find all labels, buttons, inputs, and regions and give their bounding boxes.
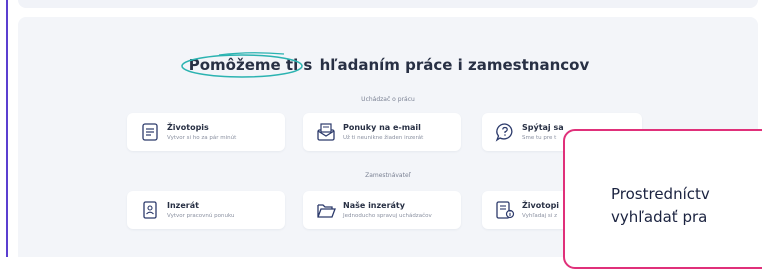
card-inzerat[interactable]: Inzerát Vytvor pracovnú ponuku: [127, 191, 285, 229]
card-title: Inzerát: [167, 201, 199, 210]
card-description: Vytvor si ho za pár minút: [167, 135, 237, 141]
card-description: Vyhľadaj si z: [522, 213, 557, 219]
folder-icon: [317, 204, 336, 218]
highlight-circle: [180, 52, 303, 78]
badge-icon: [143, 201, 157, 219]
popup-text-line2: vyhľadať pra: [611, 208, 708, 226]
card-nase-inzeraty[interactable]: Naše inzeráty Jednoducho spravuj uchádza…: [303, 191, 461, 229]
card-title: Spýtaj sa: [522, 123, 564, 132]
document-icon: [142, 123, 158, 141]
card-description: Jednoducho spravuj uchádzačov: [343, 213, 432, 219]
frame-border: [6, 0, 8, 257]
card-ponuky[interactable]: Ponuky na e-mail Už ti neunikne žiaden i…: [303, 113, 461, 151]
document-search-icon: [496, 201, 515, 219]
card-title: Životopi: [522, 201, 560, 210]
headline-highlight: Pomôžeme ti s: [180, 52, 315, 78]
card-description: Už ti neunikne žiaden inzerát: [343, 135, 424, 141]
card-title: Naše inzeráty: [343, 201, 405, 210]
popup-text: Prostredníctv vyhľadať pra: [611, 183, 710, 229]
card-description: Vytvor pracovnú ponuku: [167, 213, 235, 219]
page-headline: Pomôžeme ti s hľadaním práce i zamestnan…: [18, 52, 758, 78]
card-title: Ponuky na e-mail: [343, 123, 421, 132]
headline-rest-text: hľadaním práce i zamestnancov: [314, 56, 590, 74]
mail-icon: [317, 123, 335, 141]
question-bubble-icon: [495, 123, 513, 142]
card-description: Sme tu pre t: [522, 135, 557, 141]
top-strip: [18, 0, 758, 8]
popup-dialog[interactable]: Prostredníctv vyhľadať pra: [563, 129, 762, 269]
card-title: Životopis: [167, 123, 209, 132]
popup-text-line1: Prostredníctv: [611, 185, 710, 203]
section-label-job-seeker: Uchádzač o prácu: [361, 96, 415, 103]
card-zivotopis[interactable]: Životopis Vytvor si ho za pár minút: [127, 113, 285, 151]
